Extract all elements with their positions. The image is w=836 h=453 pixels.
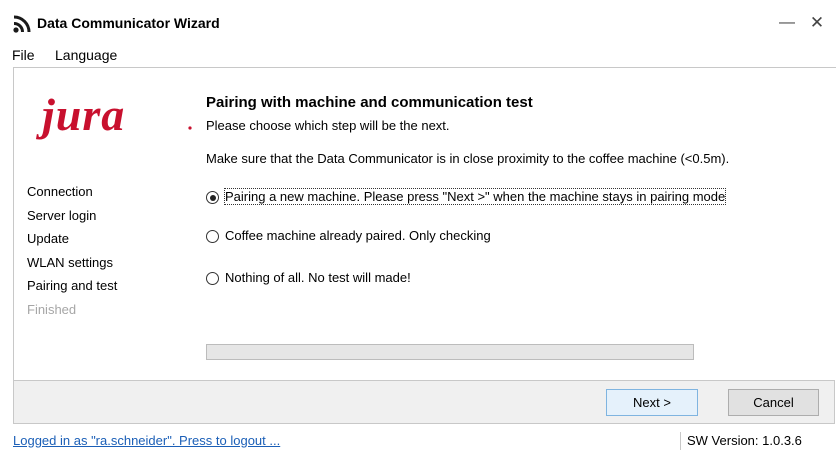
option-label[interactable]: Pairing a new machine. Please press "Nex… <box>223 188 727 205</box>
minimize-button[interactable]: — <box>772 10 802 36</box>
software-version: SW Version: 1.0.3.6 <box>687 433 802 448</box>
page-title: Pairing with machine and communication t… <box>206 94 533 111</box>
step-finished: Finished <box>27 301 77 317</box>
status-bar: Logged in as "ra.schneider". Press to lo… <box>0 424 836 453</box>
button-bar: Next > Cancel <box>13 380 835 424</box>
step-server-login: Server login <box>27 207 97 223</box>
radio-button[interactable] <box>206 272 219 285</box>
logout-link[interactable]: Logged in as "ra.schneider". Press to lo… <box>13 433 280 448</box>
radio-button[interactable] <box>206 230 219 243</box>
jura-logo: jura <box>35 89 192 140</box>
svg-text:jura: jura <box>35 89 125 140</box>
wifi-signal-icon <box>13 15 31 33</box>
step-wlan-settings: WLAN settings <box>27 254 113 270</box>
wizard-steps: Connection Server login Update WLAN sett… <box>27 183 117 324</box>
step-pairing-and-test: Pairing and test <box>27 278 118 293</box>
page-subtitle: Please choose which step will be the nex… <box>206 118 450 133</box>
next-button[interactable]: Next > <box>606 389 698 416</box>
wizard-panel: jura Connection Server login Update WLAN… <box>13 67 836 381</box>
menu-language[interactable]: Language <box>55 47 117 63</box>
status-divider <box>680 432 681 450</box>
menu-file[interactable]: File <box>12 47 35 63</box>
menu-bar: File Language <box>0 44 836 66</box>
proximity-note: Make sure that the Data Communicator is … <box>206 151 730 166</box>
option-label[interactable]: Coffee machine already paired. Only chec… <box>225 228 491 243</box>
window-title: Data Communicator Wizard <box>37 15 220 31</box>
radio-button[interactable] <box>206 191 219 204</box>
step-content: Pairing with machine and communication t… <box>206 68 834 378</box>
title-bar: Data Communicator Wizard — ✕ <box>0 0 836 44</box>
close-button[interactable]: ✕ <box>802 10 832 36</box>
step-connection: Connection <box>27 184 93 199</box>
option-label[interactable]: Nothing of all. No test will made! <box>225 270 411 285</box>
cancel-button[interactable]: Cancel <box>728 389 819 416</box>
progress-bar <box>206 344 694 360</box>
step-update: Update <box>27 231 69 246</box>
